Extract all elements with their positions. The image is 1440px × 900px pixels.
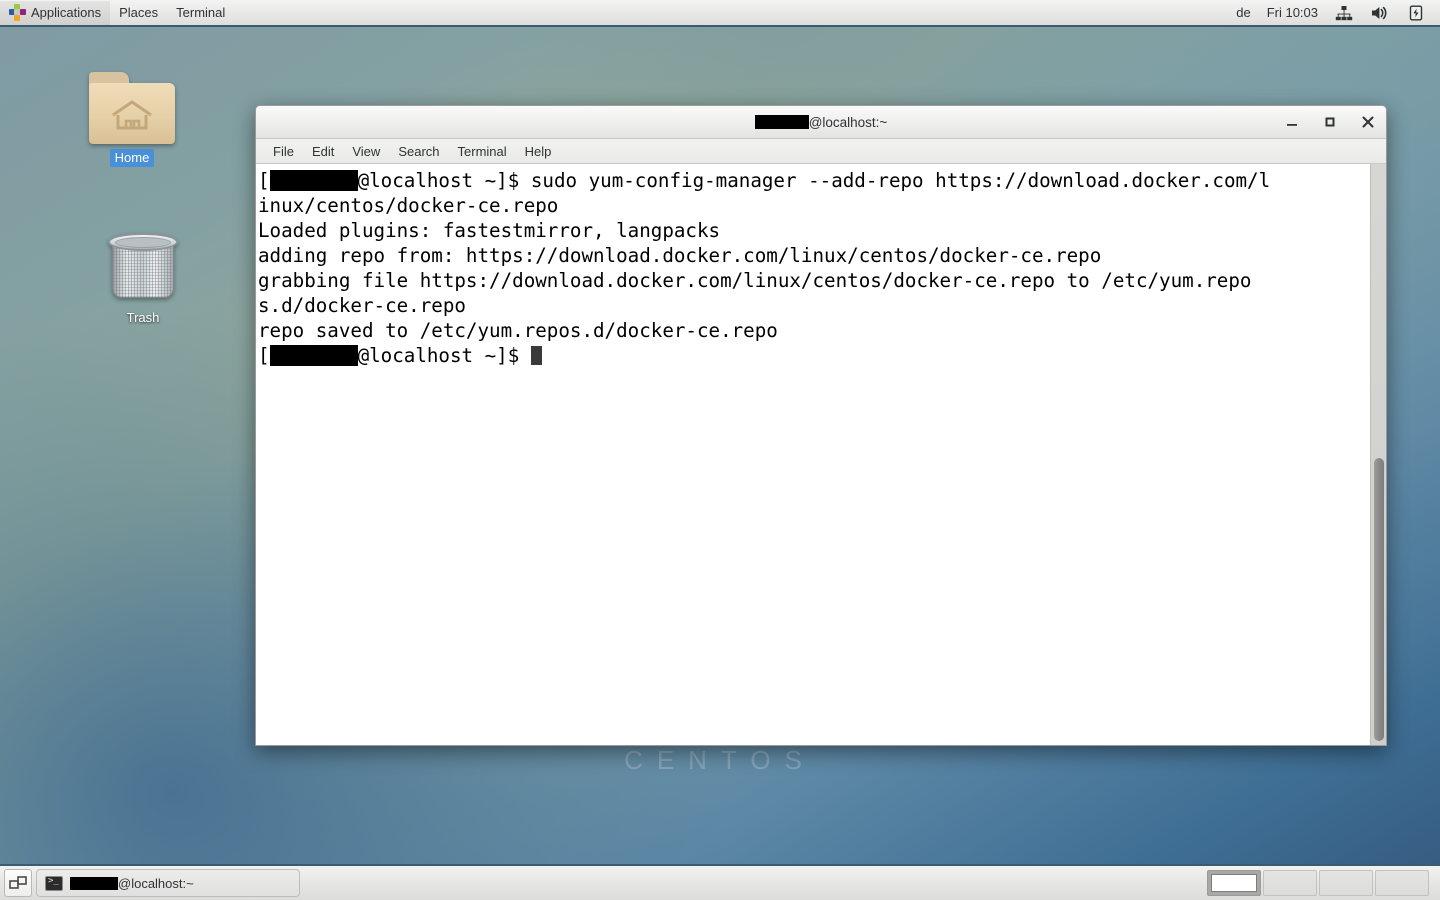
- desktop-icon-home-label: Home: [109, 149, 155, 167]
- bottom-panel: @localhost:~: [0, 864, 1440, 900]
- panel-status-area: de Fri 10:03: [1228, 1, 1440, 25]
- prompt-text: @localhost ~]$ sudo yum-config-manager -…: [357, 169, 1271, 192]
- terminal-line: [ @localhost ~]$ sudo yum-config-manager …: [258, 168, 1370, 193]
- workspace-2[interactable]: [1263, 870, 1317, 896]
- menu-item-view[interactable]: View: [343, 141, 389, 162]
- terminal-menu-bar: File Edit View Search Terminal Help: [256, 139, 1386, 164]
- menu-item-file[interactable]: File: [264, 141, 303, 162]
- trash-can-icon: [106, 228, 180, 304]
- terminal-title-bar[interactable]: @localhost:~: [256, 106, 1386, 139]
- window-controls: [1283, 113, 1386, 131]
- terminal-output[interactable]: [ @localhost ~]$ sudo yum-config-manager …: [256, 164, 1370, 745]
- terminal-title-suffix: @localhost:~: [808, 114, 888, 130]
- desktop-icon-trash[interactable]: Trash: [95, 228, 191, 327]
- close-icon[interactable]: [1359, 113, 1377, 131]
- centos-watermark: CENTOS: [624, 745, 816, 775]
- desktop-icon-trash-label: Trash: [126, 310, 160, 325]
- centos-pinwheel-icon: [9, 3, 26, 21]
- menu-item-help[interactable]: Help: [516, 141, 561, 162]
- terminal-line: grabbing file https://download.docker.co…: [258, 269, 1252, 292]
- terminal-icon: [45, 875, 63, 891]
- terminal-line: Loaded plugins: fastestmirror, langpacks: [258, 219, 721, 242]
- workspace-1[interactable]: [1207, 870, 1261, 896]
- battery-applet[interactable]: [1398, 1, 1434, 25]
- clock-applet[interactable]: Fri 10:03: [1259, 1, 1326, 25]
- menu-item-search[interactable]: Search: [389, 141, 448, 162]
- maximize-icon[interactable]: [1321, 113, 1339, 131]
- workspace-4[interactable]: [1375, 870, 1429, 896]
- applications-menu[interactable]: Applications: [0, 0, 111, 25]
- scrollbar-thumb[interactable]: [1374, 458, 1384, 741]
- terminal-app-menu-label: Terminal: [176, 4, 226, 20]
- redacted-username: [269, 170, 358, 191]
- terminal-line: s.d/docker-ce.repo: [258, 294, 466, 317]
- keyboard-layout-indicator[interactable]: de: [1228, 1, 1258, 25]
- applications-menu-label: Applications: [31, 4, 102, 20]
- places-menu-label: Places: [119, 4, 159, 20]
- terminal-window[interactable]: @localhost:~ File Edit View Search Termi…: [255, 105, 1387, 746]
- prompt-text: @localhost ~]$: [357, 344, 531, 367]
- terminal-title: @localhost:~: [256, 115, 1386, 130]
- terminal-body[interactable]: [ @localhost ~]$ sudo yum-config-manager …: [256, 164, 1386, 745]
- redacted-username: [754, 115, 809, 129]
- volume-applet[interactable]: [1362, 1, 1398, 25]
- taskbar-item-label: @localhost:~: [118, 875, 194, 891]
- clock-label: Fri 10:03: [1266, 5, 1318, 20]
- terminal-cursor: [530, 346, 542, 365]
- terminal-line: adding repo from: https://download.docke…: [258, 244, 1102, 267]
- prompt-bracket: [: [258, 344, 270, 367]
- menu-item-terminal[interactable]: Terminal: [449, 141, 516, 162]
- menu-item-edit[interactable]: Edit: [303, 141, 343, 162]
- redacted-username: [70, 876, 118, 890]
- network-applet[interactable]: [1326, 1, 1362, 25]
- taskbar-item-terminal[interactable]: @localhost:~: [36, 869, 300, 897]
- top-panel: Applications Places Terminal de Fri 10:0…: [0, 0, 1440, 27]
- terminal-line: inux/centos/docker-ce.repo: [258, 194, 559, 217]
- workspace-switcher[interactable]: [1204, 868, 1432, 898]
- keyboard-layout-label: de: [1236, 5, 1251, 20]
- show-desktop-icon[interactable]: [4, 869, 32, 897]
- battery-charging-icon: [1406, 4, 1426, 22]
- vertical-scrollbar[interactable]: [1370, 164, 1386, 745]
- network-wired-icon: [1334, 4, 1354, 22]
- desktop-icon-home[interactable]: Home: [84, 72, 180, 167]
- house-glyph-icon: [112, 100, 152, 130]
- desktop[interactable]: Applications Places Terminal de Fri 10:0…: [0, 0, 1440, 900]
- terminal-line: repo saved to /etc/yum.repos.d/docker-ce…: [258, 319, 778, 342]
- places-menu[interactable]: Places: [110, 1, 167, 25]
- terminal-app-menu[interactable]: Terminal: [167, 1, 234, 25]
- prompt-bracket: [: [258, 169, 270, 192]
- volume-speaker-icon: [1370, 4, 1390, 22]
- home-folder-icon: [89, 72, 175, 144]
- workspace-3[interactable]: [1319, 870, 1373, 896]
- terminal-line: [ @localhost ~]$: [258, 343, 1370, 368]
- minimize-icon[interactable]: [1283, 113, 1301, 131]
- redacted-username: [269, 345, 358, 366]
